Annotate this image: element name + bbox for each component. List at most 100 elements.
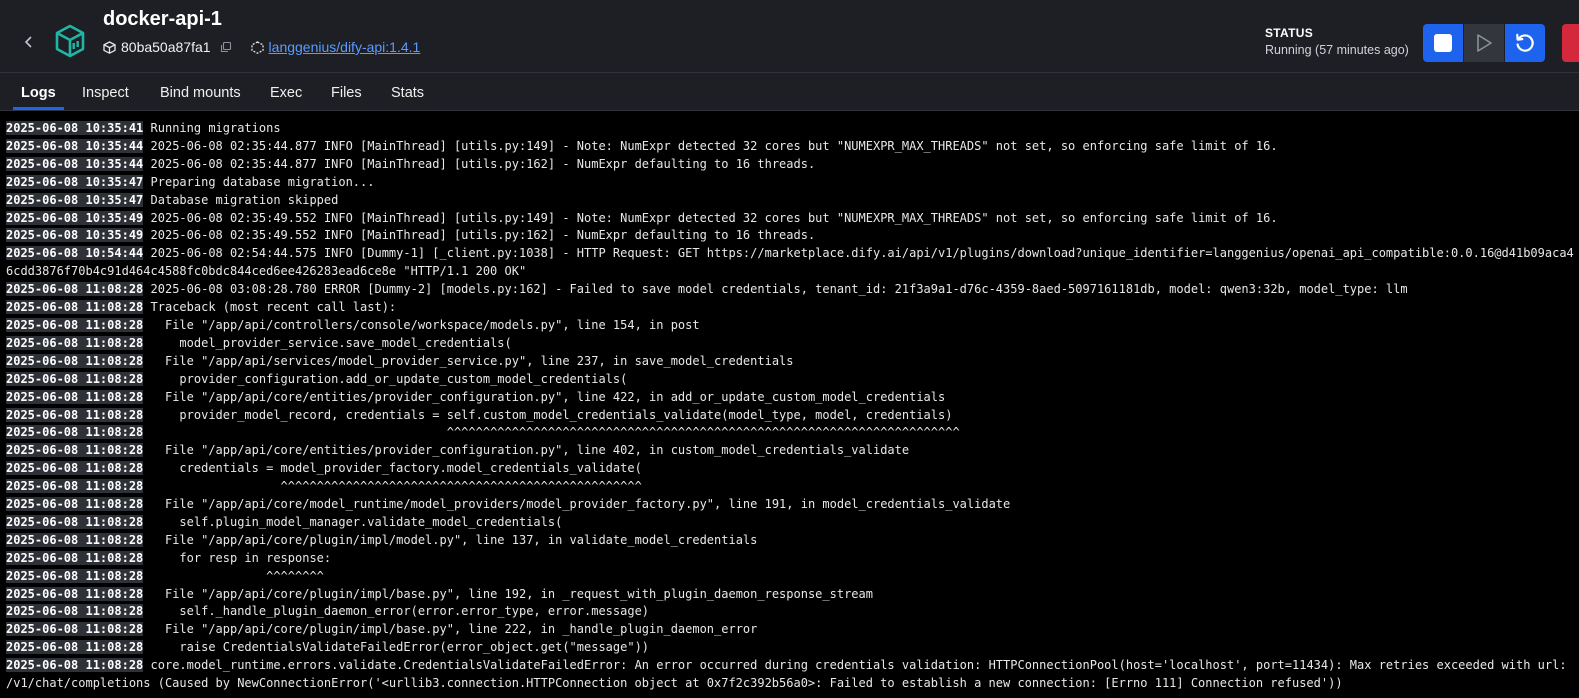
log-timestamp: 2025-06-08 11:08:28 (6, 282, 144, 297)
play-icon (1477, 34, 1492, 52)
log-timestamp: 2025-06-08 11:08:28 (6, 497, 144, 512)
log-message: File "/app/api/core/plugin/impl/base.py"… (150, 622, 758, 637)
log-timestamp: 2025-06-08 10:35:47 (6, 174, 144, 189)
container-name: docker-api-1 (103, 8, 222, 30)
tab-stats[interactable]: Stats (391, 73, 424, 110)
log-line: 2025-06-08 11:08:28 File "/app/api/core/… (6, 621, 1576, 639)
log-timestamp: 2025-06-08 11:08:28 (6, 550, 144, 565)
log-message: Database migration skipped (150, 192, 339, 207)
log-line: 2025-06-08 11:08:28 2025-06-08 03:08:28.… (6, 281, 1576, 299)
log-message: credentials = model_provider_factory.mod… (150, 461, 642, 476)
log-timestamp: 2025-06-08 11:08:28 (6, 389, 144, 404)
log-timestamp: 2025-06-08 11:08:28 (6, 514, 144, 529)
log-line: 2025-06-08 10:35:47 Database migration s… (6, 192, 1576, 210)
log-message: self.plugin_model_manager.validate_model… (150, 514, 563, 529)
log-line: 2025-06-08 11:08:28 for resp in response… (6, 550, 1576, 568)
log-timestamp: 2025-06-08 10:54:44 (6, 246, 144, 261)
log-message: 2025-06-08 02:35:49.552 INFO [MainThread… (150, 210, 1278, 225)
log-timestamp: 2025-06-08 11:08:28 (6, 640, 144, 655)
log-line: 2025-06-08 10:35:41 Running migrations (6, 120, 1576, 138)
log-line: 2025-06-08 11:08:28 File "/app/api/core/… (6, 586, 1576, 604)
log-message: Running migrations (150, 121, 281, 135)
image-icon-wrap (250, 40, 264, 54)
copy-id-button[interactable] (220, 41, 232, 53)
tab-exec[interactable]: Exec (270, 73, 302, 110)
log-message: self._handle_plugin_daemon_error(error.e… (150, 604, 650, 619)
log-line: 2025-06-08 11:08:28 credentials = model_… (6, 460, 1576, 478)
log-timestamp: 2025-06-08 11:08:28 (6, 479, 144, 494)
tab-logs[interactable]: Logs (13, 73, 64, 110)
log-timestamp: 2025-06-08 11:08:28 (6, 317, 144, 332)
log-message: Traceback (most recent call last): (150, 300, 397, 315)
log-message: raise CredentialsValidateFailedError(err… (150, 640, 650, 655)
restart-button[interactable] (1505, 24, 1545, 62)
log-message: File "/app/api/core/entities/provider_co… (150, 389, 946, 404)
log-message: File "/app/api/controllers/console/works… (150, 317, 700, 332)
log-message: ^^^^^^^^^^^^^^^^^^^^^^^^^^^^^^^^^^^^^^^^… (150, 479, 642, 494)
log-timestamp: 2025-06-08 11:08:28 (6, 586, 144, 601)
log-message: File "/app/api/core/plugin/impl/model.py… (150, 532, 758, 547)
image-layers-icon (250, 40, 264, 54)
status-block: STATUS Running (57 minutes ago) (1265, 26, 1409, 57)
container-meta: 80ba50a87fa1 langgenius/dify-api:1.4.1 (103, 39, 420, 55)
log-timestamp: 2025-06-08 10:35:41 (6, 121, 144, 135)
log-line: 2025-06-08 11:08:28 provider_model_recor… (6, 407, 1576, 425)
log-line: 2025-06-08 11:08:28 model_provider_servi… (6, 335, 1576, 353)
stop-button[interactable] (1423, 24, 1463, 62)
log-message: core.model_runtime.errors.validate.Crede… (6, 658, 1574, 691)
log-timestamp: 2025-06-08 11:08:28 (6, 407, 144, 422)
log-message: 2025-06-08 02:35:49.552 INFO [MainThread… (150, 228, 816, 243)
log-line: 2025-06-08 11:08:28 provider_configurati… (6, 371, 1576, 389)
log-timestamp: 2025-06-08 11:08:28 (6, 568, 144, 583)
delete-button[interactable] (1562, 24, 1579, 62)
log-message: for resp in response: (150, 550, 332, 565)
log-line: 2025-06-08 11:08:28 raise CredentialsVal… (6, 639, 1576, 657)
log-line: 2025-06-08 10:35:44 2025-06-08 02:35:44.… (6, 138, 1576, 156)
log-timestamp: 2025-06-08 11:08:28 (6, 353, 144, 368)
tab-bind-mounts[interactable]: Bind mounts (160, 73, 241, 110)
back-button[interactable] (20, 33, 38, 51)
cube-icon (103, 40, 116, 54)
log-timestamp: 2025-06-08 10:35:44 (6, 156, 144, 171)
log-line: 2025-06-08 11:08:28 core.model_runtime.e… (6, 657, 1576, 693)
restart-icon (1516, 33, 1534, 52)
log-message: File "/app/api/core/entities/provider_co… (150, 443, 910, 458)
log-line: 2025-06-08 11:08:28 File "/app/api/servi… (6, 353, 1576, 371)
log-timestamp: 2025-06-08 11:08:28 (6, 443, 144, 458)
log-timestamp: 2025-06-08 10:35:49 (6, 228, 144, 243)
log-timestamp: 2025-06-08 11:08:28 (6, 335, 144, 350)
copy-icon (220, 41, 231, 53)
log-line: 2025-06-08 11:08:28 ^^^^^^^^^^^^^^^^^^^^… (6, 424, 1576, 442)
log-timestamp: 2025-06-08 11:08:28 (6, 604, 144, 619)
tab-files[interactable]: Files (331, 73, 362, 110)
log-message: File "/app/api/core/plugin/impl/base.py"… (150, 586, 873, 601)
tab-inspect[interactable]: Inspect (82, 73, 129, 110)
log-line: 2025-06-08 10:54:44 2025-06-08 02:54:44.… (6, 245, 1576, 281)
start-button[interactable] (1464, 24, 1504, 62)
status-label: STATUS (1265, 26, 1314, 40)
log-line: 2025-06-08 11:08:28 self._handle_plugin_… (6, 603, 1576, 621)
log-timestamp: 2025-06-08 11:08:28 (6, 461, 144, 476)
log-message: File "/app/api/services/model_provider_s… (150, 353, 794, 368)
log-line: 2025-06-08 11:08:28 File "/app/api/core/… (6, 389, 1576, 407)
log-timestamp: 2025-06-08 11:08:28 (6, 532, 144, 547)
log-message: 2025-06-08 02:54:44.575 INFO [Dummy-1] [… (6, 246, 1574, 279)
log-timestamp: 2025-06-08 10:35:47 (6, 192, 144, 207)
log-line: 2025-06-08 10:35:49 2025-06-08 02:35:49.… (6, 227, 1576, 245)
log-timestamp: 2025-06-08 11:08:28 (6, 300, 144, 315)
log-message: Preparing database migration... (150, 174, 375, 189)
log-line: 2025-06-08 10:35:49 2025-06-08 02:35:49.… (6, 210, 1576, 228)
container-header: docker-api-1 80ba50a87fa1 langgenius/dif… (0, 0, 1579, 73)
log-line: 2025-06-08 10:35:47 Preparing database m… (6, 174, 1576, 192)
log-line: 2025-06-08 11:08:28 File "/app/api/core/… (6, 442, 1576, 460)
log-output[interactable]: 2025-06-08 10:35:41 Running migrations 20… (6, 120, 1576, 693)
image-link[interactable]: langgenius/dify-api:1.4.1 (269, 39, 421, 55)
log-timestamp: 2025-06-08 10:35:49 (6, 210, 144, 225)
log-message: ^^^^^^^^ (150, 568, 324, 583)
log-message: 2025-06-08 03:08:28.780 ERROR [Dummy-2] … (150, 282, 1408, 297)
container-id: 80ba50a87fa1 (121, 39, 211, 55)
log-message: File "/app/api/core/model_runtime/model_… (150, 497, 1011, 512)
log-line: 2025-06-08 11:08:28 self.plugin_model_ma… (6, 514, 1576, 532)
log-line: 2025-06-08 11:08:28 ^^^^^^^^^^^^^^^^^^^^… (6, 478, 1576, 496)
stop-icon (1434, 34, 1452, 52)
